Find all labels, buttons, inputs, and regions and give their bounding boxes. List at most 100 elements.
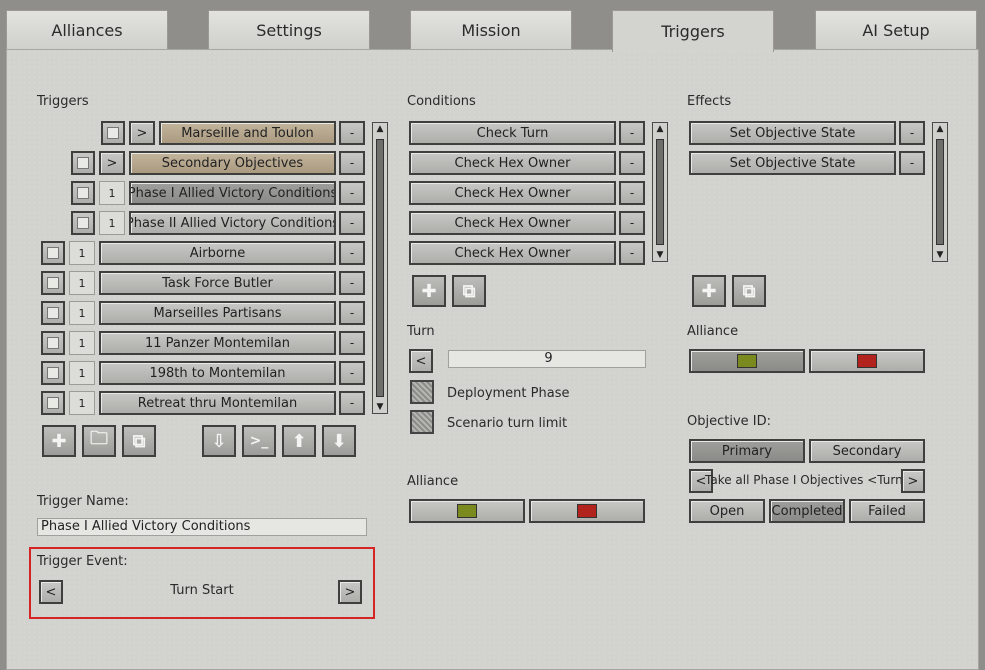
condition-item[interactable]: Check Hex Owner [409,151,616,175]
trigger-event-value: Turn Start [170,583,234,598]
scroll-up-icon[interactable]: ▲ [373,123,387,135]
trigger-event-next-button[interactable]: > [338,580,362,604]
failed-state-button[interactable]: Failed [849,499,925,523]
trigger-item[interactable]: 11 Panzer Montemilan [99,331,336,355]
remove-condition-button[interactable]: - [619,151,645,175]
tab-alliances[interactable]: Alliances [6,10,168,50]
trigger-checkbox[interactable] [71,181,95,205]
add-condition-button[interactable]: ✚ [412,275,446,307]
remove-trigger-button[interactable]: - [339,271,365,295]
scroll-thumb[interactable] [936,139,944,245]
turn-prev-button[interactable]: < [409,349,433,373]
trigger-checkbox[interactable] [41,241,65,265]
triggers-scrollbar[interactable]: ▲ ▼ [372,122,388,414]
condition-item[interactable]: Check Turn [409,121,616,145]
turn-label: Turn [407,324,435,339]
scroll-up-icon[interactable]: ▲ [933,123,947,135]
remove-trigger-button[interactable]: - [339,211,365,235]
trigger-count: 1 [99,211,125,235]
trigger-item[interactable]: 198th to Montemilan [99,361,336,385]
trigger-item[interactable]: Retreat thru Montemilan [99,391,336,415]
remove-trigger-button[interactable]: - [339,181,365,205]
open-trigger-button[interactable]: 🗀 [82,425,116,457]
move-up-button[interactable]: ⬆ [282,425,316,457]
copy-condition-button[interactable]: ⧉ [452,275,486,307]
tab-settings[interactable]: Settings [208,10,370,50]
secondary-button[interactable]: Secondary [809,439,925,463]
condition-item[interactable]: Check Hex Owner [409,211,616,235]
remove-condition-button[interactable]: - [619,181,645,205]
remove-condition-button[interactable]: - [619,241,645,265]
console-button[interactable]: >_ [242,425,276,457]
tab-mission[interactable]: Mission [410,10,572,50]
alliance-1-button[interactable] [409,499,525,523]
remove-trigger-button[interactable]: - [339,151,365,175]
remove-effect-button[interactable]: - [899,151,925,175]
condition-item[interactable]: Check Hex Owner [409,181,616,205]
tab-triggers[interactable]: Triggers [612,10,774,52]
open-state-button[interactable]: Open [689,499,765,523]
trigger-item[interactable]: Phase I Allied Victory Conditions [129,181,336,205]
primary-button[interactable]: Primary [689,439,805,463]
tab-ai-setup[interactable]: AI Setup [815,10,977,50]
remove-condition-button[interactable]: - [619,211,645,235]
move-down-button[interactable]: ⬇ [322,425,356,457]
copy-effect-button[interactable]: ⧉ [732,275,766,307]
trigger-event-prev-button[interactable]: < [39,580,63,604]
scroll-up-icon[interactable]: ▲ [653,123,667,135]
trigger-checkbox[interactable] [71,211,95,235]
trigger-item[interactable]: Marseille and Toulon [159,121,336,145]
deployment-phase-checkbox[interactable] [410,380,434,404]
import-trigger-button[interactable]: ⇩ [202,425,236,457]
remove-trigger-button[interactable]: - [339,391,365,415]
scenario-turn-limit-checkbox[interactable] [410,410,434,434]
effects-heading: Effects [687,94,732,109]
copy-trigger-button[interactable]: ⧉ [122,425,156,457]
conditions-heading: Conditions [407,94,476,109]
turn-value[interactable]: 9 [448,350,646,368]
effect-item[interactable]: Set Objective State [689,151,896,175]
effect-alliance-2-button[interactable] [809,349,925,373]
scroll-down-icon[interactable]: ▼ [373,401,387,413]
trigger-checkbox[interactable] [41,391,65,415]
remove-condition-button[interactable]: - [619,121,645,145]
trigger-expand-button[interactable]: > [129,121,155,145]
alliance-2-button[interactable] [529,499,645,523]
trigger-checkbox[interactable] [41,271,65,295]
trigger-item[interactable]: Marseilles Partisans [99,301,336,325]
trigger-checkbox[interactable] [71,151,95,175]
trigger-checkbox[interactable] [41,301,65,325]
trigger-item[interactable]: Phase II Allied Victory Conditions [129,211,336,235]
scroll-thumb[interactable] [376,139,384,397]
trigger-item[interactable]: Airborne [99,241,336,265]
remove-trigger-button[interactable]: - [339,331,365,355]
effect-item[interactable]: Set Objective State [689,121,896,145]
trigger-expand-button[interactable]: > [99,151,125,175]
remove-trigger-button[interactable]: - [339,301,365,325]
scroll-down-icon[interactable]: ▼ [933,249,947,261]
condition-item[interactable]: Check Hex Owner [409,241,616,265]
add-trigger-button[interactable]: ✚ [42,425,76,457]
completed-state-button[interactable]: Completed [769,499,845,523]
alliance-color-swatch [857,354,877,368]
add-effect-button[interactable]: ✚ [692,275,726,307]
objective-value: Take all Phase I Objectives <Turn 9> [705,473,925,487]
effects-scrollbar[interactable]: ▲ ▼ [932,122,948,262]
remove-trigger-button[interactable]: - [339,361,365,385]
remove-trigger-button[interactable]: - [339,121,365,145]
trigger-checkbox[interactable] [41,331,65,355]
effect-alliance-1-button[interactable] [689,349,805,373]
scroll-down-icon[interactable]: ▼ [653,249,667,261]
trigger-item[interactable]: Secondary Objectives [129,151,336,175]
conditions-scrollbar[interactable]: ▲ ▼ [652,122,668,262]
trigger-checkbox[interactable] [41,361,65,385]
remove-effect-button[interactable]: - [899,121,925,145]
trigger-count: 1 [69,241,95,265]
trigger-item[interactable]: Task Force Butler [99,271,336,295]
remove-trigger-button[interactable]: - [339,241,365,265]
scroll-thumb[interactable] [656,139,664,245]
objective-next-button[interactable]: > [901,469,925,493]
trigger-checkbox[interactable] [101,121,125,145]
trigger-count: 1 [69,331,95,355]
trigger-name-field[interactable]: Phase I Allied Victory Conditions [37,518,367,536]
